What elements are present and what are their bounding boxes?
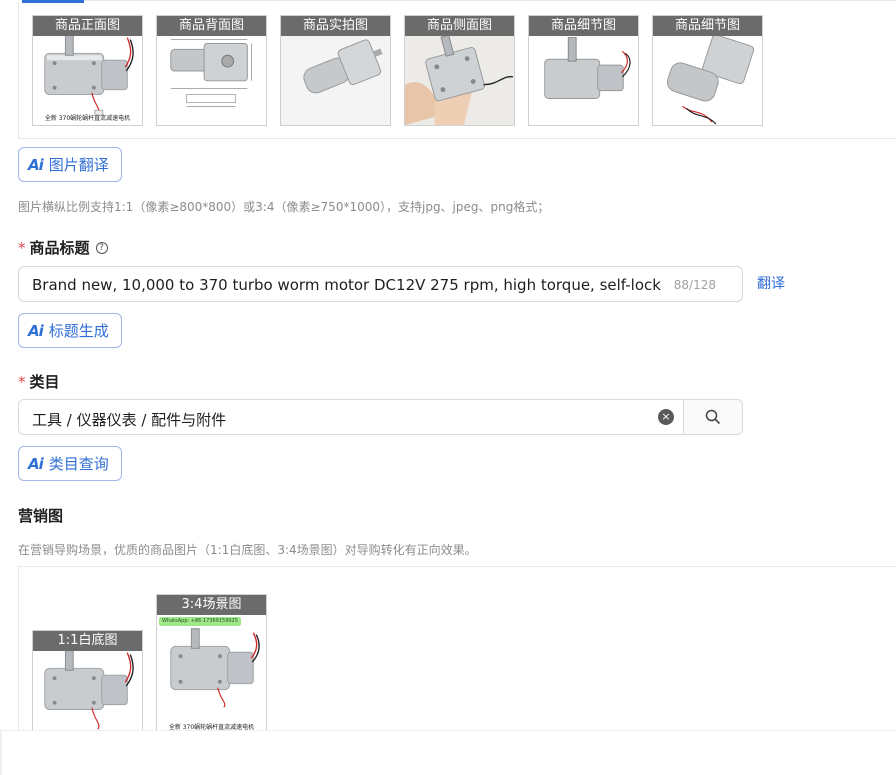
marketing-hint: 在营销导购场景，优质的商品图片（1:1白底图、3:4场景图）对导购转化有正向效果…	[18, 543, 477, 557]
thumb-label: 商品实拍图	[281, 16, 390, 36]
marketing-image-scene[interactable]: 3:4场景图 WhatsApp: +86 17369159925 全新 370蜗…	[156, 594, 267, 740]
thumb-label: 3:4场景图	[157, 595, 266, 615]
thumb-label: 商品正面图	[33, 16, 142, 36]
product-image-real[interactable]: 商品实拍图	[280, 15, 391, 126]
title-char-count: 88/128	[673, 278, 716, 292]
title-label-text: 商品标题	[29, 239, 90, 257]
title-generate-button[interactable]: Ai 标题生成	[18, 313, 122, 348]
category-query-button[interactable]: Ai 类目查询	[18, 446, 122, 481]
bottom-overlay	[0, 730, 896, 775]
thumb-caption: 全新 370蜗轮蜗杆直流减速电机	[168, 724, 255, 731]
title-field-label: * 商品标题 ?	[18, 237, 108, 258]
button-label: 类目查询	[48, 455, 109, 473]
thumb-caption: 全新 370蜗轮蜗杆直流减速电机	[44, 115, 131, 122]
marketing-section-title: 营销图	[18, 507, 64, 525]
category-field-label: * 类目	[18, 371, 60, 392]
search-icon	[705, 409, 721, 425]
image-format-hint: 图片横纵比例支持1:1（像素≥800*800）或3:4（像素≥750*1000）…	[18, 200, 550, 214]
image-translate-button[interactable]: Ai 图片翻译	[18, 147, 122, 182]
thumb-label: 商品侧面图	[405, 16, 514, 36]
ai-icon: Ai	[28, 321, 44, 340]
product-title-value[interactable]: Brand new, 10,000 to 370 turbo worm moto…	[32, 276, 662, 294]
product-image-front[interactable]: 商品正面图 全新 370蜗轮蜗杆直流减速电机	[32, 15, 143, 126]
category-value: 工具 / 仪器仪表 / 配件与附件	[32, 411, 227, 429]
close-circle-icon[interactable]: ×	[658, 409, 674, 425]
button-label: 图片翻译	[48, 156, 109, 174]
thumb-label: 商品背面图	[157, 16, 266, 36]
title-translate-link[interactable]: 翻译	[757, 273, 785, 293]
category-input[interactable]: 工具 / 仪器仪表 / 配件与附件 ×	[18, 399, 684, 435]
product-image-detail-2[interactable]: 商品细节图	[652, 15, 763, 126]
product-title-input[interactable]: Brand new, 10,000 to 370 turbo worm moto…	[18, 266, 743, 302]
required-mark: *	[18, 372, 26, 391]
marketing-image-white-bg[interactable]: 1:1白底图	[32, 630, 143, 740]
product-image-side[interactable]: 商品侧面图	[404, 15, 515, 126]
thumb-label: 商品细节图	[529, 16, 638, 36]
bottom-overlay-edge	[0, 730, 2, 775]
ai-icon: Ai	[28, 454, 44, 473]
product-images-panel: 商品正面图 全新 370蜗轮蜗杆直流减速电机 商品背面图 商品实拍图 商品侧面图…	[18, 2, 896, 139]
product-image-detail-1[interactable]: 商品细节图	[528, 15, 639, 126]
tab-divider	[84, 0, 896, 1]
whatsapp-badge: WhatsApp: +86 17369159925	[159, 617, 241, 626]
button-label: 标题生成	[48, 322, 109, 340]
required-mark: *	[18, 238, 26, 257]
product-image-back[interactable]: 商品背面图	[156, 15, 267, 126]
category-search-button[interactable]	[683, 399, 743, 435]
ai-icon: Ai	[28, 155, 44, 174]
question-circle-icon[interactable]: ?	[95, 241, 108, 254]
thumb-label: 1:1白底图	[33, 631, 142, 651]
category-label-text: 类目	[29, 373, 60, 391]
thumb-label: 商品细节图	[653, 16, 762, 36]
